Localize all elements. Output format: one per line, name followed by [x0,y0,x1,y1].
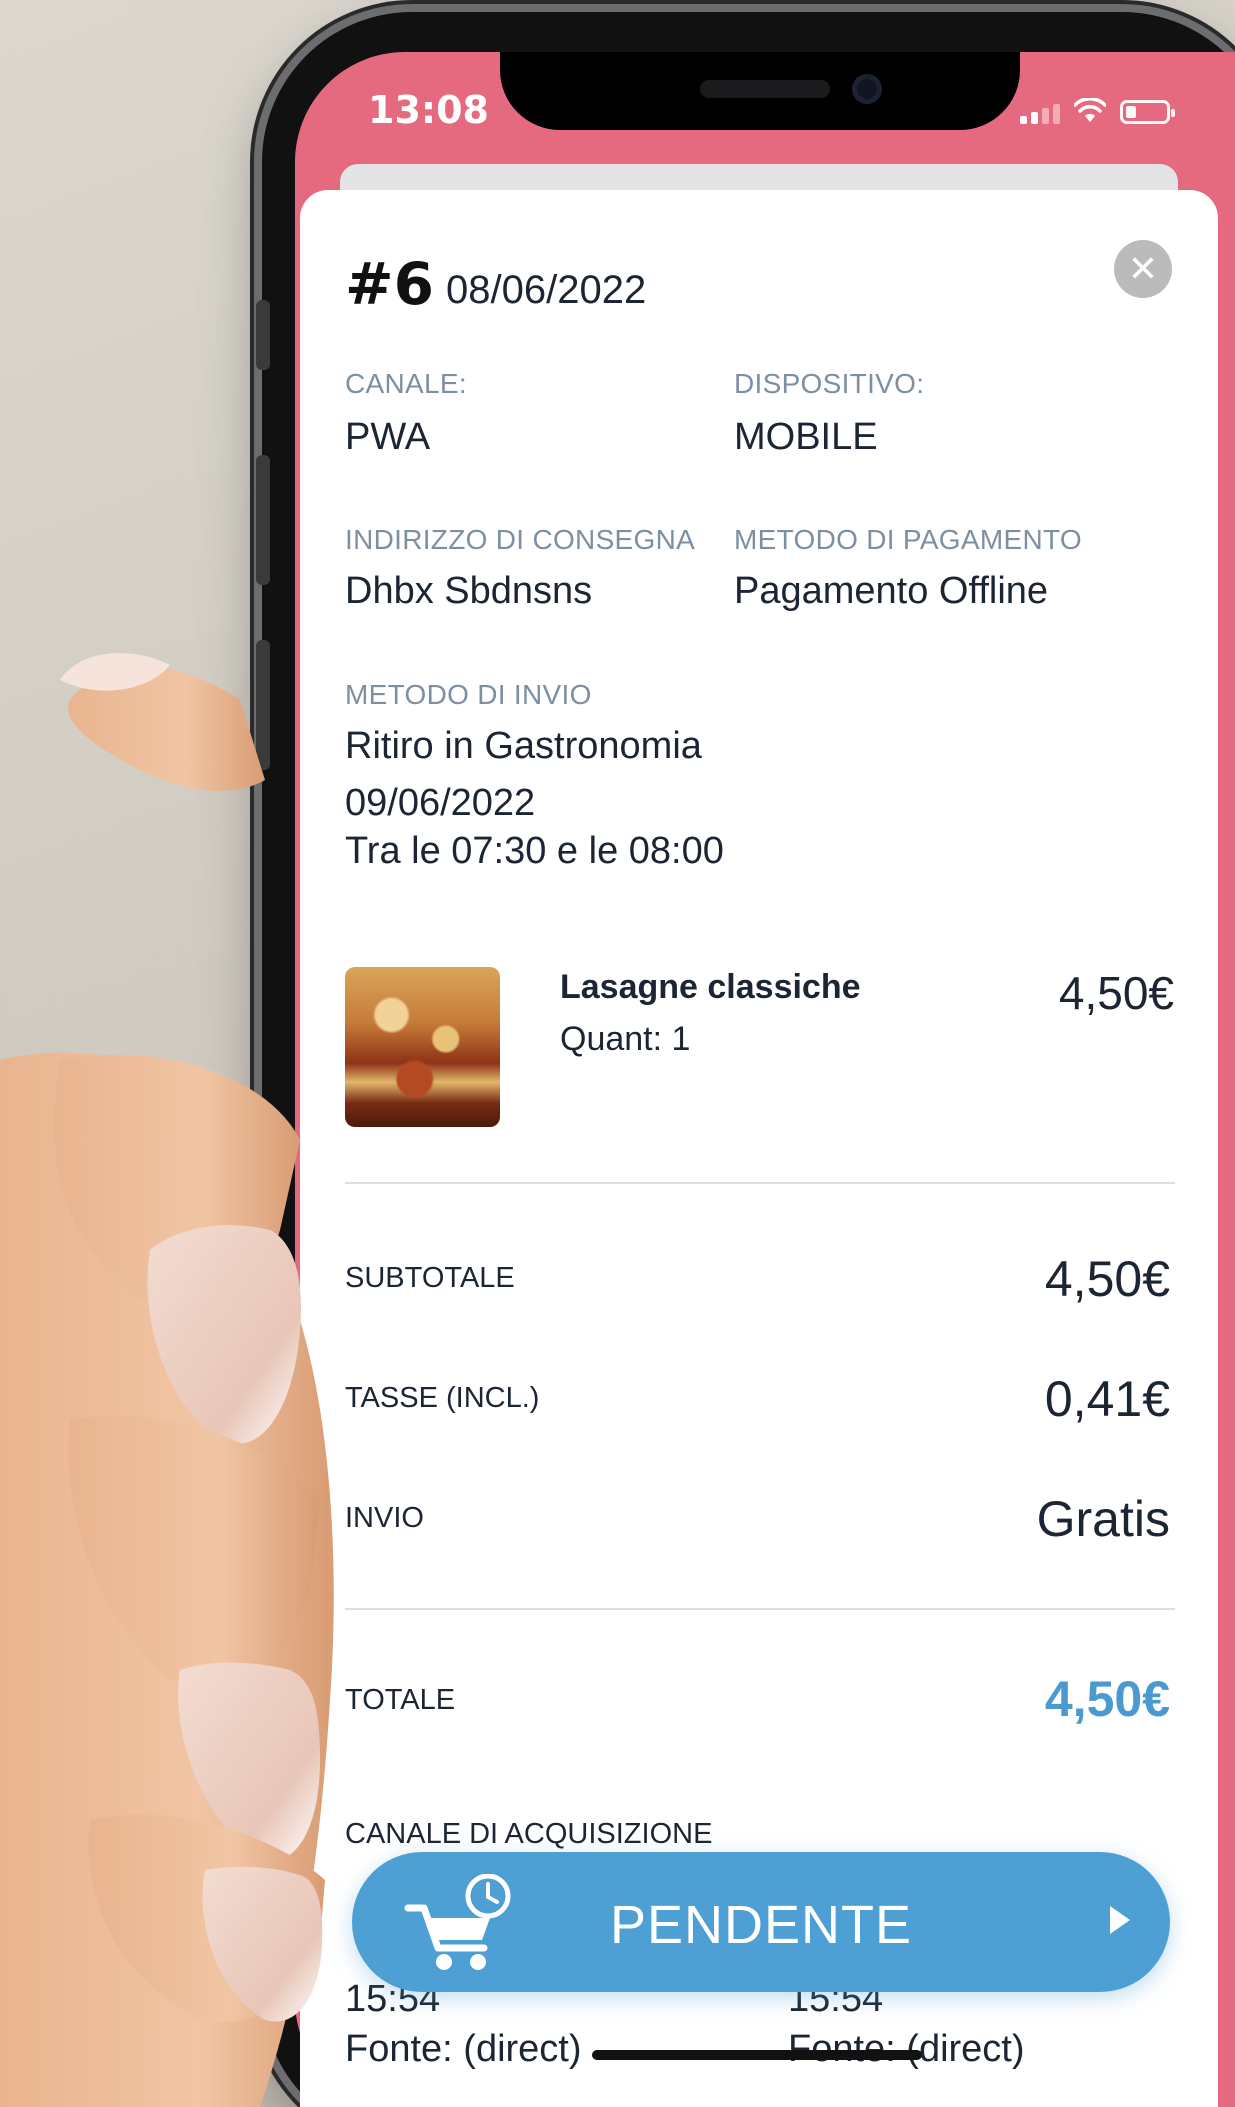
signal-icon [1020,104,1060,124]
indirizzo-label: INDIRIZZO DI CONSEGNA [345,524,696,555]
order-status-button[interactable]: PENDENTE [352,1852,1170,1992]
tasse-value: 0,41€ [1044,1371,1170,1427]
invio-method-value: Ritiro in Gastronomia [345,725,702,767]
acquisition-left-source: Fonte: (direct) [345,2028,582,2070]
item-name: Lasagne classiche [560,968,861,1006]
order-detail-sheet: #6 08/06/2022 ✕ CANALE: PWA DISPOSITIVO:… [300,190,1218,2107]
order-status-label: PENDENTE [609,1895,913,1955]
invio-method-label: METODO DI INVIO [345,679,592,710]
invio-value: Gratis [1036,1491,1170,1547]
status-icons [1020,98,1175,124]
battery-icon [1120,100,1175,124]
order-number: #6 [345,250,434,318]
dispositivo-label: DISPOSITIVO: [734,368,925,399]
divider [345,1182,1175,1184]
tasse-label: TASSE (INCL.) [345,1382,540,1414]
subtotale-label: SUBTOTALE [345,1262,515,1294]
indirizzo-value: Dhbx Sbdnsns [345,570,593,612]
subtotale-value: 4,50€ [1044,1251,1170,1307]
home-indicator[interactable] [592,2050,922,2060]
close-icon: ✕ [1127,248,1159,290]
mute-switch [256,300,270,370]
invio-time: Tra le 07:30 e le 08:00 [345,830,724,872]
pagamento-value: Pagamento Offline [734,570,1049,612]
notch [500,52,1020,130]
canale-label: CANALE: [345,368,467,399]
front-camera [852,74,882,104]
volume-up-button [256,455,270,585]
invio-date: 09/06/2022 [345,782,536,824]
dispositivo-value: MOBILE [734,416,878,458]
wifi-icon [1074,98,1106,122]
item-quantity: Quant: 1 [560,1020,691,1058]
item-price: 4,50€ [1058,967,1174,1019]
pagamento-label: METODO DI PAGAMENTO [734,524,1082,555]
order-date: 08/06/2022 [446,268,647,312]
volume-down-button [256,640,270,770]
acquisition-title: CANALE DI ACQUISIZIONE [345,1818,713,1850]
speaker-grille [700,80,830,98]
divider [345,1608,1175,1610]
play-arrow-icon [1110,1906,1130,1934]
status-time: 13:08 [368,88,489,132]
totale-value: 4,50€ [1044,1671,1170,1727]
invio-label: INVIO [345,1502,424,1534]
canale-value: PWA [345,416,431,458]
totale-label: TOTALE [345,1684,456,1716]
item-thumbnail [345,967,500,1127]
close-button[interactable]: ✕ [1114,240,1172,298]
